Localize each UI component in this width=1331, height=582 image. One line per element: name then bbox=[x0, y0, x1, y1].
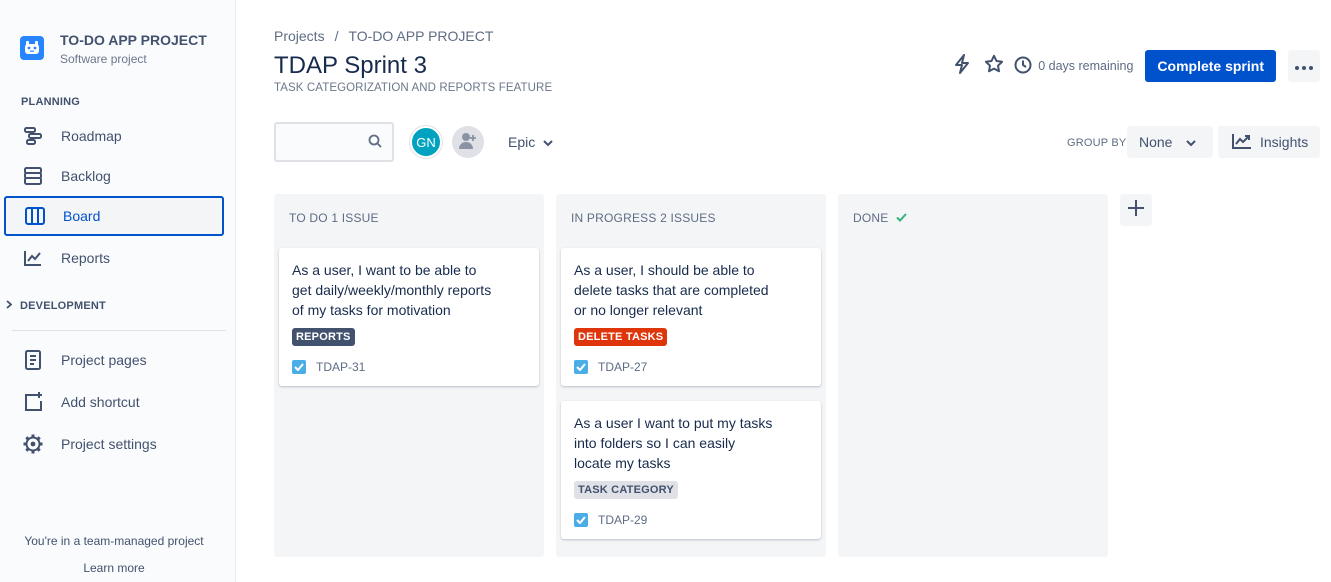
lightning-icon bbox=[953, 53, 971, 79]
issue-key[interactable]: TDAP-31 bbox=[316, 360, 365, 374]
reports-icon bbox=[22, 247, 44, 269]
chevron-right-icon bbox=[6, 300, 13, 312]
group-by-label: GROUP BY bbox=[1067, 137, 1127, 149]
epic-label: REPORTS bbox=[292, 328, 355, 346]
development-section-label: DEVELOPMENT bbox=[20, 300, 106, 312]
star-icon bbox=[984, 54, 1004, 79]
chevron-down-icon bbox=[543, 134, 553, 150]
sidebar: TO-DO APP PROJECT Software project PLANN… bbox=[0, 0, 236, 582]
done-check-icon bbox=[896, 211, 908, 225]
issue-key[interactable]: TDAP-27 bbox=[598, 360, 647, 374]
gear-icon bbox=[22, 433, 44, 455]
sidebar-item-project-pages[interactable]: Project pages bbox=[4, 340, 224, 380]
sprint-goal: TASK CATEGORIZATION AND REPORTS FEATURE bbox=[274, 82, 553, 94]
story-checkbox-icon bbox=[574, 513, 588, 527]
add-people-button[interactable] bbox=[452, 126, 484, 158]
insights-label: Insights bbox=[1260, 134, 1309, 150]
insights-button[interactable]: Insights bbox=[1218, 126, 1320, 158]
more-icon bbox=[1295, 57, 1313, 75]
sidebar-item-label: Reports bbox=[61, 250, 111, 266]
sidebar-item-label: Add shortcut bbox=[61, 394, 140, 410]
issue-summary: As a user, I want to be able to get dail… bbox=[292, 262, 492, 318]
days-remaining-text: 0 days remaining bbox=[1038, 59, 1134, 73]
sidebar-item-label: Project settings bbox=[61, 436, 157, 452]
breadcrumb-projects[interactable]: Projects bbox=[274, 28, 325, 44]
complete-sprint-button[interactable]: Complete sprint bbox=[1145, 50, 1276, 82]
epic-filter[interactable]: Epic bbox=[508, 134, 553, 150]
development-section-toggle[interactable]: DEVELOPMENT bbox=[6, 300, 106, 312]
breadcrumb-separator: / bbox=[334, 28, 339, 44]
backlog-icon bbox=[22, 165, 44, 187]
sidebar-item-roadmap[interactable]: Roadmap bbox=[4, 116, 224, 156]
issue-summary: As a user, I should be able to delete ta… bbox=[574, 262, 769, 318]
chevron-down-icon bbox=[1186, 134, 1197, 150]
days-remaining: 0 days remaining bbox=[1014, 56, 1133, 77]
clock-icon bbox=[1014, 56, 1038, 77]
add-column-button[interactable] bbox=[1120, 194, 1152, 226]
issue-footer: TDAP-31 bbox=[292, 360, 527, 374]
column-in-progress: IN PROGRESS 2 ISSUES As a user, I should… bbox=[556, 194, 826, 557]
board-icon bbox=[24, 205, 46, 227]
sidebar-item-add-shortcut[interactable]: Add shortcut bbox=[4, 382, 224, 422]
project-name: TO-DO APP PROJECT bbox=[60, 32, 207, 48]
sidebar-item-backlog[interactable]: Backlog bbox=[4, 156, 224, 196]
epic-label: TASK CATEGORY bbox=[574, 481, 678, 499]
column-title: DONE bbox=[853, 211, 889, 225]
group-by-value: None bbox=[1139, 134, 1173, 150]
breadcrumb-project[interactable]: TO-DO APP PROJECT bbox=[348, 28, 493, 44]
issue-card[interactable]: As a user, I should be able to delete ta… bbox=[561, 248, 821, 386]
more-actions-button[interactable] bbox=[1288, 50, 1320, 82]
sidebar-item-label: Backlog bbox=[61, 168, 111, 184]
automation-button[interactable] bbox=[946, 50, 978, 82]
insights-icon bbox=[1232, 133, 1252, 152]
search-field[interactable] bbox=[274, 122, 394, 162]
team-managed-note: You're in a team-managed project bbox=[24, 534, 204, 548]
issue-footer: TDAP-27 bbox=[574, 360, 809, 374]
page-icon bbox=[22, 349, 44, 371]
user-avatar-gn[interactable]: GN bbox=[410, 126, 442, 158]
sidebar-item-label: Project pages bbox=[61, 352, 147, 368]
sidebar-item-label: Roadmap bbox=[61, 128, 122, 144]
column-title: IN PROGRESS 2 ISSUES bbox=[571, 211, 716, 225]
sidebar-item-board[interactable]: Board bbox=[4, 196, 224, 236]
project-avatar-icon bbox=[20, 36, 44, 60]
sidebar-item-reports[interactable]: Reports bbox=[4, 238, 224, 278]
epic-filter-label: Epic bbox=[508, 134, 536, 150]
story-checkbox-icon bbox=[292, 360, 306, 374]
roadmap-icon bbox=[22, 125, 44, 147]
issue-key[interactable]: TDAP-29 bbox=[598, 513, 647, 527]
sidebar-item-label: Board bbox=[63, 208, 101, 224]
story-checkbox-icon bbox=[574, 360, 588, 374]
group-by-select[interactable]: None bbox=[1127, 126, 1213, 158]
epic-label: DELETE TASKS bbox=[574, 328, 668, 346]
breadcrumb: Projects / TO-DO APP PROJECT bbox=[274, 28, 493, 44]
project-header[interactable]: TO-DO APP PROJECT Software project bbox=[20, 32, 207, 66]
column-done: DONE bbox=[838, 194, 1108, 557]
column-title: TO DO 1 ISSUE bbox=[289, 211, 379, 225]
issue-summary: As a user I want to put my tasks into fo… bbox=[574, 415, 773, 471]
issue-card[interactable]: As a user I want to put my tasks into fo… bbox=[561, 401, 821, 539]
page-title: TDAP Sprint 3 bbox=[274, 52, 427, 79]
sidebar-divider bbox=[12, 330, 226, 331]
issue-footer: TDAP-29 bbox=[574, 513, 809, 527]
project-type: Software project bbox=[60, 52, 147, 66]
column-todo: TO DO 1 ISSUE As a user, I want to be ab… bbox=[274, 194, 544, 557]
sidebar-item-project-settings[interactable]: Project settings bbox=[4, 424, 224, 464]
column-header: IN PROGRESS 2 ISSUES bbox=[571, 211, 716, 225]
search-icon bbox=[368, 134, 382, 153]
learn-more-link[interactable]: Learn more bbox=[0, 561, 228, 575]
issue-card[interactable]: As a user, I want to be able to get dail… bbox=[279, 248, 539, 386]
planning-section-label: PLANNING bbox=[21, 96, 81, 108]
star-button[interactable] bbox=[978, 50, 1010, 82]
column-header: TO DO 1 ISSUE bbox=[289, 211, 379, 225]
column-header: DONE bbox=[853, 211, 908, 225]
search-input[interactable] bbox=[276, 124, 360, 160]
add-person-icon bbox=[459, 132, 477, 153]
add-shortcut-icon bbox=[22, 391, 44, 413]
sprint-actions: 0 days remaining Complete sprint bbox=[946, 50, 1320, 82]
plus-icon bbox=[1127, 199, 1145, 222]
